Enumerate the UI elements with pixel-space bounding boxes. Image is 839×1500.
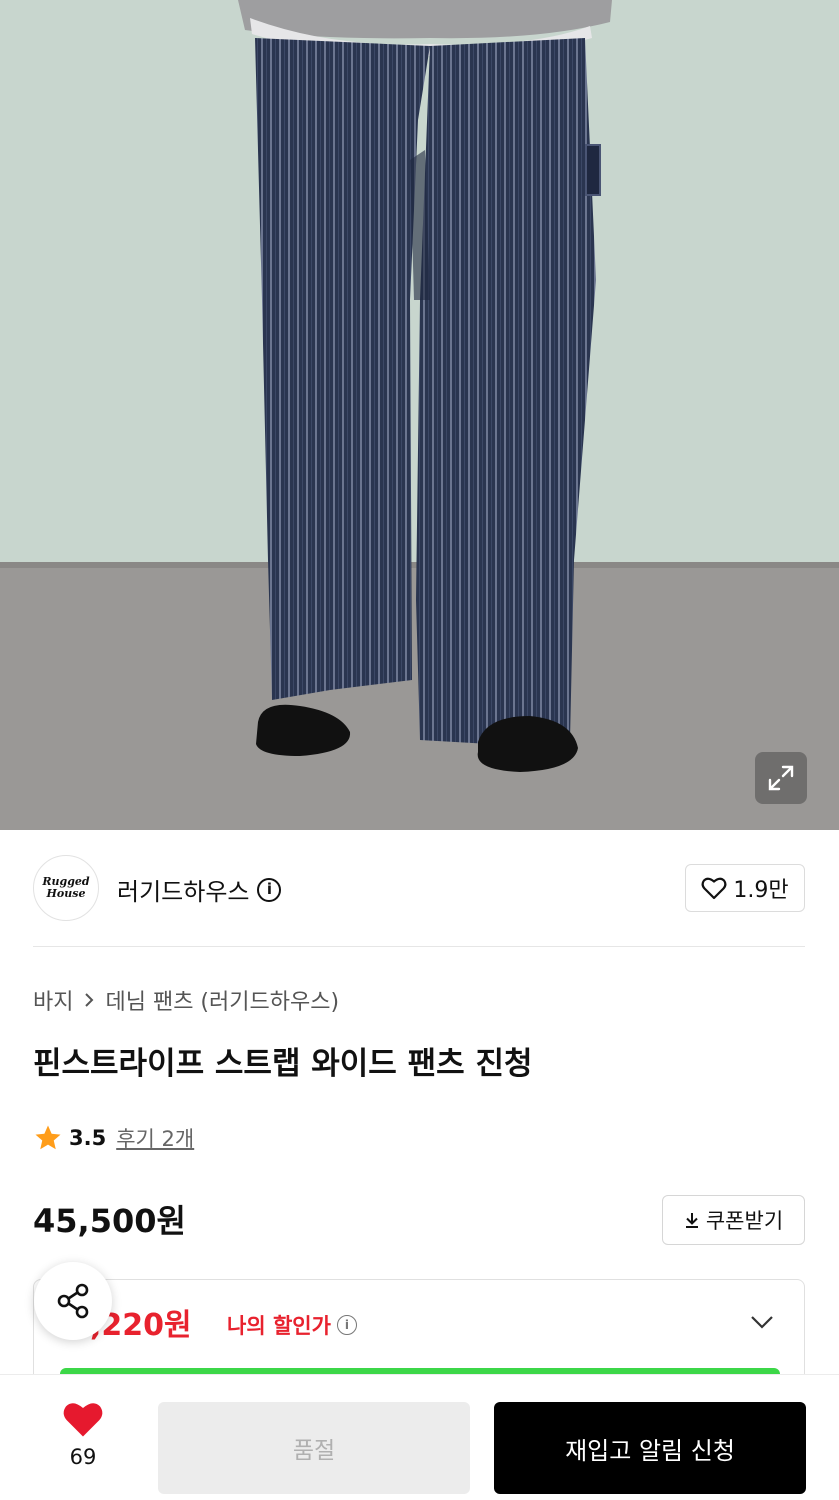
brand-like-count: 1.9만: [733, 878, 789, 903]
breadcrumb-category[interactable]: 바지: [33, 984, 73, 1016]
brand-row: Rugged House 러기드하우스 i 1.9만: [33, 855, 805, 921]
expand-icon: [768, 765, 794, 791]
breadcrumb: 바지 데님 팬츠 (러기드하우스): [33, 984, 339, 1016]
star-icon: [35, 1125, 61, 1150]
rating-row: 3.5 후기 2개: [33, 1122, 194, 1154]
expand-image-button[interactable]: [755, 752, 807, 804]
info-icon[interactable]: i: [336, 1315, 357, 1335]
soldout-button[interactable]: 품절: [158, 1402, 470, 1494]
brand-name: 러기드하우스: [117, 878, 250, 906]
coupon-button[interactable]: 쿠폰받기: [662, 1195, 805, 1245]
info-icon[interactable]: i: [257, 877, 282, 902]
download-icon: [685, 1213, 698, 1228]
share-icon: [57, 1283, 89, 1319]
product-detail-page: Rugged House 러기드하우스 i 1.9만 바지 데님 팬츠 (러기드…: [0, 0, 839, 1500]
product-photo-illustration: [0, 0, 839, 830]
coupon-label: 쿠폰받기: [705, 1209, 784, 1233]
product-price: 45,500원: [33, 1202, 186, 1240]
rating-value: 3.5: [69, 1126, 107, 1150]
heart-filled-icon: [63, 1403, 103, 1437]
product-title: 핀스트라이프 스트랩 와이드 팬츠 진청: [33, 1046, 533, 1082]
bottom-action-bar: 69 품절 재입고 알림 신청: [0, 1374, 839, 1500]
brand-logo-line2: House: [46, 887, 86, 900]
wishlist-count: 69: [69, 1445, 97, 1469]
share-button[interactable]: [34, 1262, 112, 1340]
product-image[interactable]: [0, 0, 839, 830]
review-link[interactable]: 후기 2개: [116, 1123, 194, 1153]
chevron-down-icon[interactable]: [749, 1314, 775, 1330]
divider: [33, 946, 805, 947]
brand-like-button[interactable]: 1.9만: [685, 864, 805, 912]
discount-label-group: 나의 할인가 i: [227, 1310, 357, 1340]
breadcrumb-subcategory[interactable]: 데님 팬츠 (러기드하우스): [105, 984, 339, 1016]
heart-outline-icon: [701, 877, 727, 900]
restock-notify-button[interactable]: 재입고 알림 신청: [494, 1402, 806, 1494]
wishlist-button[interactable]: 69: [40, 1399, 126, 1469]
brand-name-link[interactable]: 러기드하우스 i: [117, 872, 282, 907]
brand-logo[interactable]: Rugged House: [33, 855, 99, 921]
chevron-right-icon: [85, 993, 94, 1007]
discount-label: 나의 할인가: [227, 1314, 331, 1338]
